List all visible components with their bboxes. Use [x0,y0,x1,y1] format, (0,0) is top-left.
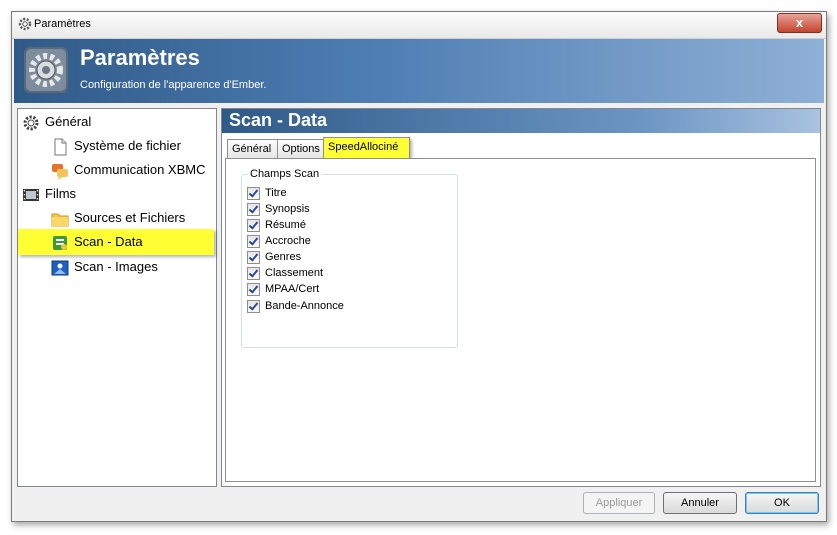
settings-panel: Scan - Data Général Options SpeedAllocin… [221,108,821,487]
settings-window: Paramètres x Paramètres Configuration de… [11,11,827,522]
tree-item-films[interactable]: Films [22,184,76,204]
gear-icon [18,17,32,31]
tree-item-label: Films [45,186,77,201]
checkbox-label: Genres [265,251,302,263]
tree-item-label: Scan - Data [74,234,143,249]
tree-item-general[interactable]: Général [22,112,91,132]
tree-item-label: Communication XBMC [74,162,206,177]
checkbox-checked-icon [247,186,260,200]
panel-title: Scan - Data [229,110,328,130]
checkbox-checked-icon [247,250,260,264]
checkbox-label: Bande-Annonce [265,300,344,312]
checkbox-label: Synopsis [265,203,310,215]
checkbox-mpaa-cert[interactable]: MPAA/Cert [247,282,319,296]
tree-item-sources[interactable]: Sources et Fichiers [51,208,185,228]
tree-item-scan-images[interactable]: Scan - Images [51,257,158,277]
tree-item-label: Général [45,114,92,129]
checkbox-label: Résumé [265,219,306,231]
scan-fields-group: Champs Scan Titre Synopsis Résumé Accroc… [241,168,458,348]
settings-tree: Général Système de fichier Communication… [17,108,217,487]
header-banner: Paramètres Configuration de l'apparence … [14,39,824,103]
tree-item-xbmc[interactable]: Communication XBMC [51,160,206,180]
checkbox-titre[interactable]: Titre [247,186,287,200]
tab-general[interactable]: Général [227,139,280,159]
checkbox-label: MPAA/Cert [265,283,320,295]
scan-data-icon [53,235,67,250]
ok-button[interactable]: OK [745,492,819,514]
film-icon [23,188,39,201]
checkbox-classement[interactable]: Classement [247,266,323,280]
tree-item-file-system[interactable]: Système de fichier [51,136,181,156]
checkbox-synopsis[interactable]: Synopsis [247,202,310,216]
chat-bubbles-icon [52,163,68,180]
checkbox-label: Titre [265,187,287,199]
tree-item-label: Système de fichier [74,138,181,153]
banner-subtitle: Configuration de l'apparence d'Ember. [80,79,267,91]
apply-button[interactable]: Appliquer [583,492,655,514]
dialog-footer: Appliquer Annuler OK [12,490,826,521]
checkbox-checked-icon [247,299,260,313]
panel-header: Scan - Data [222,109,820,133]
checkbox-checked-icon [247,218,260,232]
tab-speedallocine[interactable]: SpeedAllociné [323,137,410,159]
checkbox-accroche[interactable]: Accroche [247,234,311,248]
settings-gear-icon [24,47,68,93]
tree-item-scan-data[interactable]: Scan - Data [18,229,214,255]
image-icon [51,260,69,276]
folder-icon [51,213,69,227]
title-bar: Paramètres x [12,12,826,39]
checkbox-checked-icon [247,202,260,216]
checkbox-resume[interactable]: Résumé [247,218,306,232]
checkbox-checked-icon [247,266,260,280]
window-title: Paramètres [34,18,91,30]
checkbox-checked-icon [247,234,260,248]
gear-icon [23,115,39,131]
cancel-button[interactable]: Annuler [663,492,737,514]
checkbox-label: Classement [265,267,324,279]
tree-item-label: Scan - Images [74,259,158,274]
banner-title: Paramètres [80,45,200,70]
checkbox-checked-icon [247,282,260,296]
document-icon [54,138,67,156]
checkbox-label: Accroche [265,235,311,247]
checkbox-genres[interactable]: Genres [247,250,301,264]
checkbox-bande-annonce[interactable]: Bande-Annonce [247,299,344,313]
tab-page: Champs Scan Titre Synopsis Résumé Accroc… [225,158,816,482]
group-label: Champs Scan [248,168,322,180]
close-button[interactable]: x [777,13,822,33]
tree-item-label: Sources et Fichiers [74,210,186,225]
tab-options[interactable]: Options [277,139,325,159]
